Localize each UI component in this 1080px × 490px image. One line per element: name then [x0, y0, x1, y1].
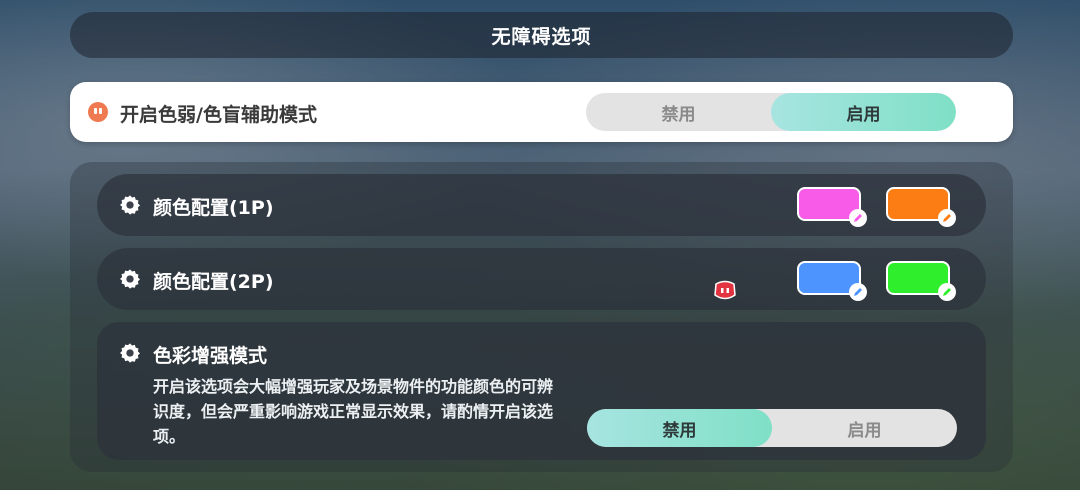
gear-icon: [120, 195, 140, 215]
color-enhance-enable-option[interactable]: 启用: [772, 409, 957, 447]
color-enhance-title: 色彩增强模式: [153, 345, 268, 367]
color-assist-toggle[interactable]: 禁用 启用: [586, 93, 956, 131]
color-swatch-2p-primary[interactable]: [797, 261, 867, 301]
mascot-icon: [714, 280, 736, 300]
color-enhance-disable-option[interactable]: 禁用: [587, 409, 772, 447]
color-config-2p-label: 颜色配置(2P): [153, 271, 274, 293]
color-assist-label: 开启色弱/色盲辅助模式: [120, 104, 317, 126]
header-bar: 无障碍选项: [70, 12, 1013, 58]
gear-icon: [120, 269, 140, 289]
color-enhance-description: 开启该选项会大幅增强玩家及场景物件的功能颜色的可辨识度，但会严重影响游戏正常显示…: [153, 377, 554, 446]
pencil-icon: [849, 209, 867, 227]
color-config-1p-row[interactable]: 颜色配置(1P): [97, 174, 986, 236]
color-swatch-1p-secondary[interactable]: [886, 187, 956, 227]
color-assist-disable-option[interactable]: 禁用: [586, 93, 771, 131]
color-assist-row[interactable]: 开启色弱/色盲辅助模式 禁用 启用: [70, 82, 1013, 142]
color-config-1p-label: 颜色配置(1P): [153, 197, 274, 219]
color-swatch-2p-secondary[interactable]: [886, 261, 956, 301]
page-title: 无障碍选项: [491, 25, 592, 48]
color-assist-enable-option[interactable]: 启用: [771, 93, 956, 131]
color-enhance-toggle[interactable]: 禁用 启用: [587, 409, 957, 447]
mascot-face-icon: [88, 102, 108, 122]
pencil-icon: [938, 209, 956, 227]
pencil-icon: [938, 283, 956, 301]
color-enhance-card: 色彩增强模式 开启该选项会大幅增强玩家及场景物件的功能颜色的可辨识度，但会严重影…: [97, 322, 986, 460]
color-swatch-1p-primary[interactable]: [797, 187, 867, 227]
color-config-2p-row[interactable]: 颜色配置(2P): [97, 248, 986, 310]
pencil-icon: [849, 283, 867, 301]
gear-icon: [120, 343, 140, 363]
